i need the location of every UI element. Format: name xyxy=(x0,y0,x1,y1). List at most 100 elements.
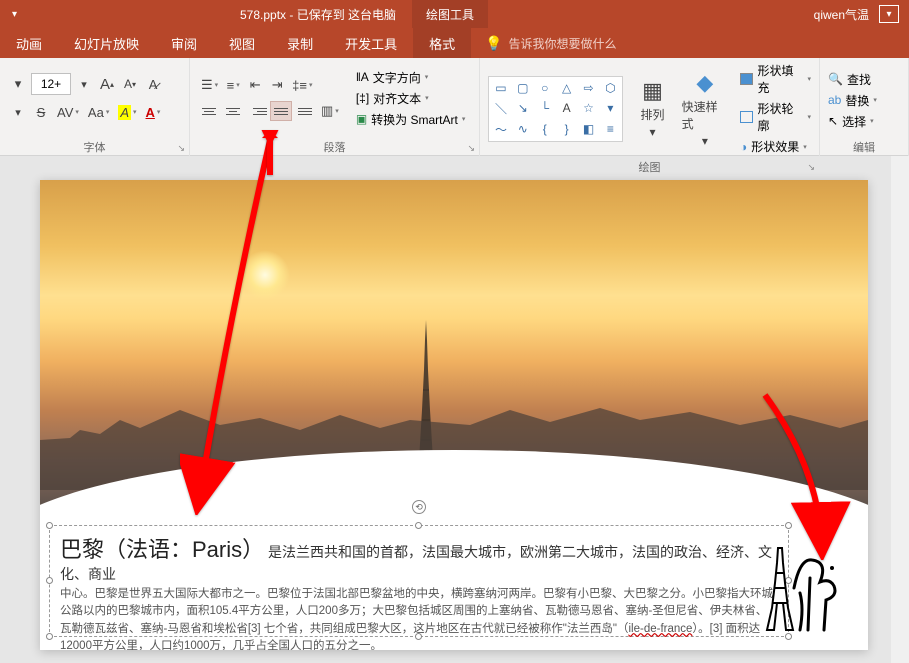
font-launcher-icon[interactable]: ↘ xyxy=(177,143,185,154)
font-dropdown2-icon[interactable]: ▾ xyxy=(8,101,28,123)
group-font-label: 字体 xyxy=(84,139,106,155)
paragraph-launcher-icon[interactable]: ↘ xyxy=(467,143,475,154)
title-bar: ▾ 578.pptx - 已保存到 这台电脑 绘图工具 qiwen气温 ▾ xyxy=(0,0,909,28)
align-left-button[interactable] xyxy=(198,101,220,121)
shape-outline-button[interactable]: 形状轮廓▾ xyxy=(740,100,811,134)
font-size-input[interactable] xyxy=(31,73,71,95)
shape-fill-button[interactable]: 形状填充▾ xyxy=(740,62,811,96)
tab-view[interactable]: 视图 xyxy=(213,28,271,58)
align-text-icon: [‡] xyxy=(356,91,369,105)
user-name[interactable]: qiwen气温 xyxy=(814,6,869,23)
find-button[interactable]: 🔍查找 xyxy=(828,71,877,88)
highlight-button[interactable]: A▾ xyxy=(115,101,139,123)
shape-more-icon[interactable]: ▾ xyxy=(600,99,620,118)
shape-brace-icon[interactable]: { xyxy=(535,120,555,139)
group-drawing: ▭ ▢ ○ △ ⇨ ⬡ ＼ ↘ └ A ☆ ▾ 〜 ∿ { } ◧ ≡ ▦ xyxy=(480,58,820,156)
distribute-button[interactable] xyxy=(294,101,316,121)
text-direction-button[interactable]: ‖A文字方向▾ xyxy=(356,69,466,86)
columns-button[interactable]: ▥▾ xyxy=(318,100,342,122)
shape-free-icon[interactable]: ∿ xyxy=(513,120,533,139)
contextual-tab-label: 绘图工具 xyxy=(412,0,488,28)
group-edit-label: 编辑 xyxy=(853,139,875,155)
quick-styles-button[interactable]: ◆ 快速样式 ▾ xyxy=(682,76,728,142)
group-edit: 🔍查找 ab替换▾ ↖选择▾ 编辑 xyxy=(820,58,909,156)
group-paragraph: ☰▾ ≡▾ ⇤ ⇥ ‡≡▾ ▥▾ ‖A文字方向▾ [‡]对齐文本▾ xyxy=(190,58,480,156)
tab-developer[interactable]: 开发工具 xyxy=(329,28,413,58)
group-font: ▾ ▾ A▴ A▾ A̷ ▾ S AV▾ Aa▾ A▾ A▾ 字体 xyxy=(0,58,190,156)
shape-star-icon[interactable]: ☆ xyxy=(579,99,599,118)
shape-curve-icon[interactable]: 〜 xyxy=(491,120,511,139)
line-spacing-button[interactable]: ‡≡▾ xyxy=(289,74,315,96)
align-right-button[interactable] xyxy=(246,101,268,121)
char-spacing-button[interactable]: AV▾ xyxy=(54,101,82,123)
rotation-handle[interactable]: ⟲ xyxy=(412,500,426,514)
effects-icon: ◑ xyxy=(740,140,747,154)
ribbon-options-icon[interactable]: ▾ xyxy=(879,5,899,23)
font-size-dropdown-icon[interactable]: ▾ xyxy=(74,73,94,95)
drawing-launcher-icon[interactable]: ↘ xyxy=(807,162,815,173)
tab-record[interactable]: 录制 xyxy=(271,28,329,58)
increase-font-button[interactable]: A▴ xyxy=(97,73,117,95)
replace-button[interactable]: ab替换▾ xyxy=(828,92,877,109)
group-paragraph-label: 段落 xyxy=(324,139,346,155)
textbox-title-line: 巴黎（法语：Paris） 是法兰西共和国的首都，法国最大城市，欧洲第二大城市，法… xyxy=(60,532,778,584)
tell-me-search[interactable]: 💡 告诉我你想要做什么 xyxy=(485,35,616,52)
shape-arrow-icon[interactable]: ⇨ xyxy=(579,79,599,98)
chevron-down-icon: ▾ xyxy=(649,125,655,139)
clear-formatting-button[interactable]: A̷ xyxy=(143,73,163,95)
arrange-button[interactable]: ▦ 排列 ▾ xyxy=(629,76,675,142)
numbering-button[interactable]: ≡▾ xyxy=(223,74,243,96)
shape-triangle-icon[interactable]: △ xyxy=(557,79,577,98)
ribbon-tabs: 动画 幻灯片放映 审阅 视图 录制 开发工具 格式 💡 告诉我你想要做什么 xyxy=(0,28,909,58)
font-dropdown-icon[interactable]: ▾ xyxy=(8,73,28,95)
tab-slideshow[interactable]: 幻灯片放映 xyxy=(58,28,155,58)
cursor-icon: ↖ xyxy=(828,114,838,128)
document-title: 578.pptx - 已保存到 这台电脑 xyxy=(240,6,396,23)
tab-animation[interactable]: 动画 xyxy=(0,28,58,58)
bullets-button[interactable]: ☰▾ xyxy=(198,74,221,96)
shape-arrowline-icon[interactable]: ↘ xyxy=(513,99,533,118)
hero-image xyxy=(40,180,868,510)
text-direction-icon: ‖A xyxy=(356,70,369,84)
textbox-title: 巴黎（法语：Paris） xyxy=(60,537,264,562)
shape-callout-icon[interactable]: ◧ xyxy=(579,120,599,139)
slide-canvas[interactable]: ⟲ 巴黎（法语：Paris） 是法兰西共和国的首都，法国最大城市，欧洲第二大城市… xyxy=(40,180,868,650)
align-center-button[interactable] xyxy=(222,101,244,121)
spellcheck-squiggle: ile-de-france xyxy=(628,623,692,635)
convert-smartart-button[interactable]: ▣转换为 SmartArt▾ xyxy=(356,111,466,128)
vertical-scrollbar[interactable] xyxy=(891,156,909,663)
customize-qat-icon[interactable]: ▾ xyxy=(12,9,17,20)
shape-circle-icon[interactable]: ○ xyxy=(535,79,555,98)
shape-rect-icon[interactable]: ▭ xyxy=(491,79,511,98)
indent-right-button[interactable]: ⇥ xyxy=(267,74,287,96)
search-icon: 🔍 xyxy=(828,72,843,86)
ribbon: ▾ ▾ A▴ A▾ A̷ ▾ S AV▾ Aa▾ A▾ A▾ 字体 xyxy=(0,58,909,156)
align-text-button[interactable]: [‡]对齐文本▾ xyxy=(356,90,466,107)
shape-elbow-icon[interactable]: └ xyxy=(535,99,555,118)
shape-hex-icon[interactable]: ⬡ xyxy=(600,79,620,98)
font-color-button[interactable]: A▾ xyxy=(143,101,164,123)
group-drawing-label: 绘图 xyxy=(639,159,661,175)
indent-left-button[interactable]: ⇤ xyxy=(245,74,265,96)
fill-swatch-icon xyxy=(740,73,753,85)
shape-textbox-icon[interactable]: A xyxy=(557,99,577,118)
textbox-body: 中心。巴黎是世界五大国际大都市之一。巴黎位于法国北部巴黎盆地的中央，横跨塞纳河两… xyxy=(60,586,778,650)
tab-format[interactable]: 格式 xyxy=(413,28,471,58)
shape-line-icon[interactable]: ＼ xyxy=(491,99,511,118)
shape-brace2-icon[interactable]: } xyxy=(557,120,577,139)
decrease-font-button[interactable]: A▾ xyxy=(120,73,140,95)
tab-review[interactable]: 审阅 xyxy=(155,28,213,58)
strike-button[interactable]: S xyxy=(31,101,51,123)
paris-logo-icon xyxy=(760,538,846,632)
shape-effects-button[interactable]: ◑形状效果▾ xyxy=(740,138,811,155)
shape-expand-icon[interactable]: ≡ xyxy=(600,120,620,139)
text-box[interactable]: ⟲ 巴黎（法语：Paris） 是法兰西共和国的首都，法国最大城市，欧洲第二大城市… xyxy=(49,525,789,637)
shape-rrect-icon[interactable]: ▢ xyxy=(513,79,533,98)
change-case-button[interactable]: Aa▾ xyxy=(85,101,112,123)
align-justify-button[interactable] xyxy=(270,101,292,121)
lightbulb-icon: 💡 xyxy=(485,35,502,52)
chevron-down-icon: ▾ xyxy=(702,134,708,148)
smartart-icon: ▣ xyxy=(356,112,367,126)
select-button[interactable]: ↖选择▾ xyxy=(828,113,877,130)
shapes-gallery[interactable]: ▭ ▢ ○ △ ⇨ ⬡ ＼ ↘ └ A ☆ ▾ 〜 ∿ { } ◧ ≡ xyxy=(488,76,623,142)
